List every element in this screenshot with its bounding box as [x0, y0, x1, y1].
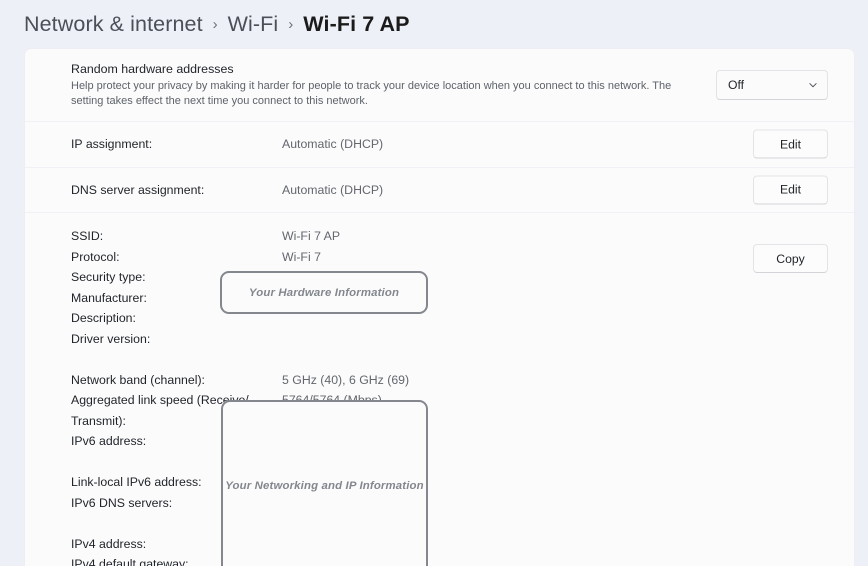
dns-assignment-control: Edit: [753, 175, 828, 205]
driver-version-label: Driver version:: [71, 331, 151, 346]
random-hardware-control: Off: [716, 70, 828, 100]
property-row: Protocol: Wi-Fi 7: [71, 247, 828, 268]
random-hardware-dropdown[interactable]: Off: [716, 70, 828, 100]
details-spacer: [71, 513, 828, 534]
random-hardware-description: Help protect your privacy by making it h…: [71, 80, 672, 107]
link-local-ipv6-row: Link-local IPv6 address:: [71, 472, 828, 493]
property-row: Manufacturer:: [71, 288, 828, 309]
property-row: Security type: WPA3-Personal: [71, 267, 828, 288]
dns-assignment-value: Automatic (DHCP): [282, 182, 384, 197]
ipv4-address-row: IPv4 address:: [71, 534, 828, 555]
network-band-value: 5 GHz (40), 6 GHz (69): [282, 372, 410, 387]
ipv4-gateway-row: IPv4 default gateway:: [71, 554, 828, 566]
network-properties-card: Random hardware addresses Help protect y…: [24, 48, 855, 566]
breadcrumb-item-network-internet[interactable]: Network & internet: [24, 12, 203, 37]
networking-information-redaction-box: Your Networking and IP Information: [221, 400, 428, 566]
breadcrumb-item-wifi[interactable]: Wi-Fi: [228, 12, 279, 37]
ip-assignment-control: Edit: [753, 129, 828, 159]
breadcrumb: Network & internet › Wi-Fi › Wi-Fi 7 AP: [24, 12, 410, 37]
ip-assignment-value: Automatic (DHCP): [282, 137, 384, 151]
chevron-down-icon: [809, 83, 817, 88]
ip-assignment-row: IP assignment: Automatic (DHCP) Edit: [25, 122, 854, 168]
network-band-label: Network band (channel):: [71, 372, 205, 387]
dns-assignment-row: DNS server assignment: Automatic (DHCP) …: [25, 168, 854, 213]
ipv6-address-row: IPv6 address:: [71, 431, 828, 452]
network-properties-row: SSID: Wi-Fi 7 AP Protocol: Wi-Fi 7 Secur…: [25, 213, 854, 566]
ip-assignment-line: IP assignment: Automatic (DHCP): [71, 134, 828, 155]
copy-button[interactable]: Copy: [753, 244, 828, 273]
ssid-value: Wi-Fi 7 AP: [282, 229, 341, 243]
ipv6-dns-row: IPv6 DNS servers:: [71, 493, 828, 514]
breadcrumb-separator-icon: ›: [212, 16, 218, 33]
property-row: SSID: Wi-Fi 7 AP: [71, 226, 828, 247]
breadcrumb-item-current: Wi-Fi 7 AP: [303, 12, 410, 36]
network-band-row: Network band (channel): 5 GHz (40), 6 GH…: [71, 370, 828, 391]
random-hardware-addresses-row: Random hardware addresses Help protect y…: [25, 49, 854, 122]
random-hardware-title: Random hardware addresses: [71, 62, 234, 76]
property-row: Description:: [71, 308, 828, 329]
ip-assignment-edit-button[interactable]: Edit: [753, 129, 828, 159]
ssid-label: SSID:: [71, 229, 104, 243]
dns-assignment-line: DNS server assignment: Automatic (DHCP): [71, 180, 828, 201]
dns-assignment-edit-button[interactable]: Edit: [753, 175, 828, 205]
ip-assignment-label: IP assignment:: [71, 137, 153, 151]
networking-information-redaction-label: Your Networking and IP Information: [225, 480, 424, 492]
protocol-value: Wi-Fi 7: [282, 249, 321, 264]
property-row: Driver version:: [71, 329, 828, 350]
properties-control: Copy: [753, 244, 828, 273]
random-hardware-dropdown-value: Off: [728, 78, 745, 92]
protocol-label: Protocol:: [71, 249, 120, 264]
dns-assignment-label: DNS server assignment:: [71, 182, 205, 197]
hardware-information-redaction-box: Your Hardware Information: [220, 271, 428, 314]
hardware-information-redaction-label: Your Hardware Information: [248, 286, 400, 299]
properties-spacer: [71, 349, 828, 370]
settings-page: Network & internet › Wi-Fi › Wi-Fi 7 AP …: [0, 0, 868, 566]
link-speed-row: Aggregated link speed (Receive/ Transmit…: [71, 390, 828, 431]
details-spacer: [71, 452, 828, 473]
breadcrumb-separator-icon: ›: [288, 16, 294, 33]
